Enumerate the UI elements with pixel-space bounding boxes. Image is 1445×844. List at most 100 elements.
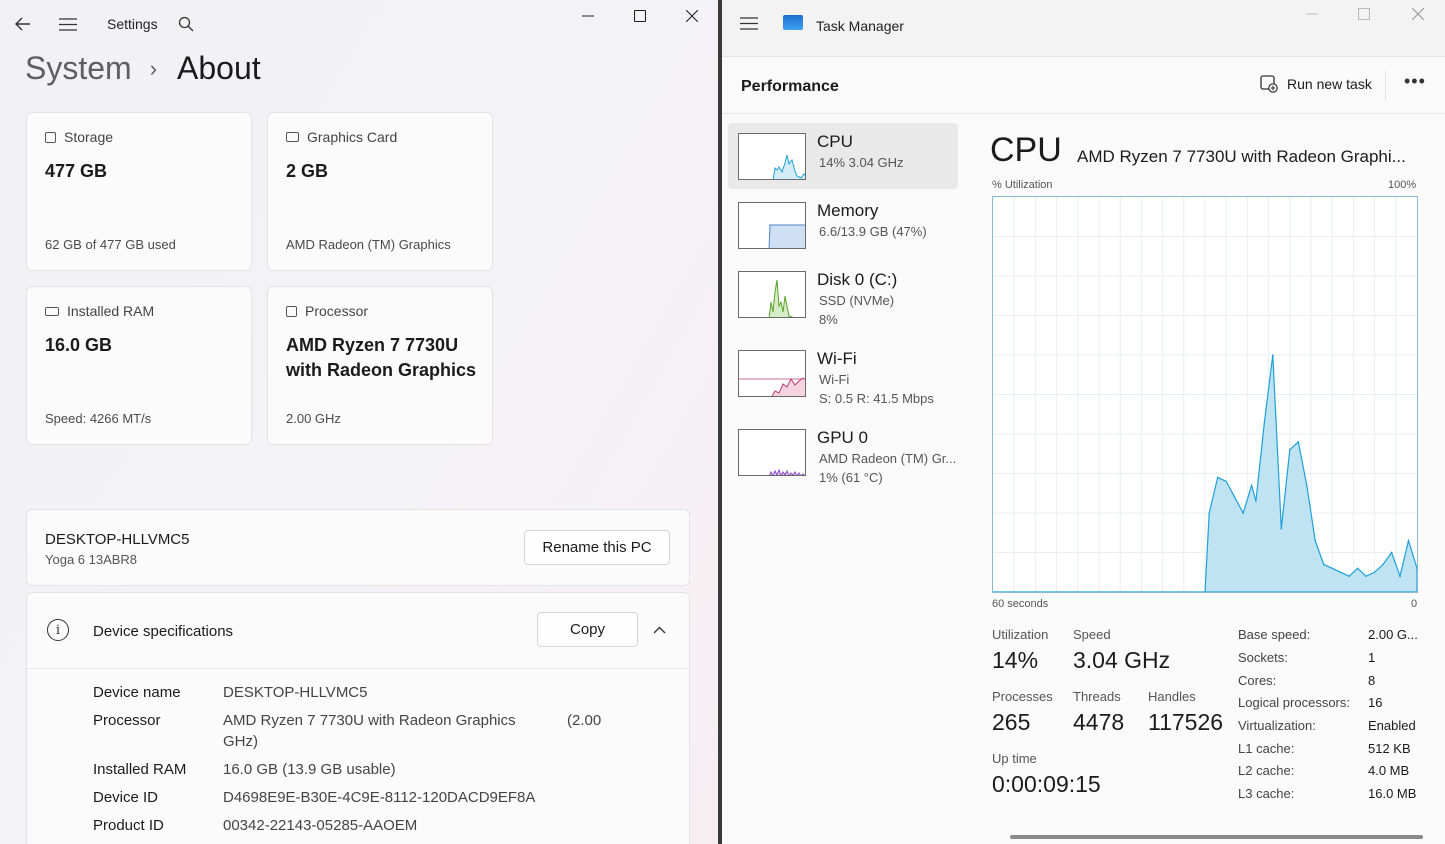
device-specifications-title: Device specifications — [93, 623, 234, 640]
page-title: About — [177, 50, 261, 86]
spec-value-sockets: 1 — [1368, 650, 1376, 665]
cpu-data-point — [1314, 539, 1316, 542]
cpu-data-point — [1297, 441, 1300, 443]
cpu-data-point — [1208, 512, 1210, 514]
cpu-data-point — [1289, 449, 1291, 451]
cpu-data-point — [1399, 575, 1401, 577]
task-manager-content: Performance Run new task ••• CPU 14% 3.0… — [722, 56, 1445, 844]
minimize-button[interactable] — [576, 6, 600, 26]
spec-value-base-speed: 2.00 G... — [1368, 627, 1418, 642]
cpu-data-point — [1306, 484, 1308, 487]
spec-value-cores: 8 — [1368, 673, 1376, 688]
wifi-throughput: S: 0.5 R: 41.5 Mbps — [819, 391, 934, 406]
cpu-data-point — [1250, 484, 1253, 487]
maximize-button[interactable] — [628, 6, 652, 26]
more-options-icon[interactable]: ••• — [1404, 71, 1426, 92]
maximize-button[interactable] — [1352, 4, 1376, 24]
rename-pc-button[interactable]: Rename this PC — [524, 530, 670, 565]
sidebar-item-disk[interactable]: Disk 0 (C:) SSD (NVMe) 8% — [728, 261, 958, 327]
pc-name: DESKTOP-HLLVMC5 — [45, 531, 190, 548]
cpu-data-point — [1356, 567, 1359, 570]
info-icon: i — [47, 619, 69, 641]
cpu-data-point — [1365, 575, 1367, 577]
zero-axis-label: 0 — [1411, 598, 1418, 610]
processor-card[interactable]: Processor AMD Ryzen 7 7730U with Radeon … — [267, 286, 493, 445]
threads-value: 4478 — [1073, 709, 1125, 735]
sidebar-item-memory[interactable]: Memory 6.6/13.9 GB (47%) — [728, 192, 958, 258]
device-specifications-header[interactable]: i Device specifications Copy — [27, 593, 689, 669]
hamburger-menu-icon[interactable] — [58, 14, 78, 34]
cpu-data-point — [1233, 496, 1236, 499]
horizontal-scrollbar[interactable] — [1010, 835, 1423, 839]
cpu-data-point — [1225, 480, 1227, 483]
ram-icon — [45, 306, 59, 316]
cpu-detail-panel: CPU AMD Ryzen 7 7730U with Radeon Graphi… — [990, 115, 1445, 844]
spec-key-logical-processors: Logical processors: — [1238, 695, 1350, 710]
search-icon[interactable] — [176, 14, 196, 34]
gpu-model: AMD Radeon (TM) Gr... — [819, 451, 957, 466]
cpu-data-point — [1255, 500, 1257, 502]
hamburger-menu-icon[interactable] — [740, 17, 758, 35]
back-arrow-icon[interactable] — [13, 14, 33, 34]
run-new-task-button[interactable]: Run new task — [1260, 75, 1372, 93]
task-manager-titlebar: Task Manager — [722, 0, 1445, 52]
storage-card[interactable]: Storage 477 GB 62 GB of 477 GB used — [26, 112, 252, 271]
ram-sub: Speed: 4266 MT/s — [45, 411, 152, 426]
chevron-up-icon[interactable] — [653, 621, 666, 637]
spec-key-base-speed: Base speed: — [1238, 627, 1311, 642]
spec-value-processor: AMD Ryzen 7 7730U with Radeon Graphics — [223, 712, 516, 729]
copy-button[interactable]: Copy — [537, 612, 638, 647]
spec-key-product-id: Product ID — [93, 817, 164, 834]
task-manager-logo-icon — [783, 15, 803, 30]
ram-card[interactable]: Installed RAM 16.0 GB Speed: 4266 MT/s — [26, 286, 252, 445]
spec-key-cores: Cores: — [1238, 673, 1277, 688]
cpu-model-name: AMD Ryzen 7 7730U with Radeon Graphi... — [1077, 147, 1406, 166]
gpu-usage-temp: 1% (61 °C) — [819, 470, 883, 485]
spec-key-installed-ram: Installed RAM — [93, 761, 187, 778]
handles-value: 117526 — [1148, 709, 1224, 735]
cpu-data-point — [1216, 476, 1219, 479]
processor-icon — [286, 305, 297, 317]
wifi-thumbnail-graph — [738, 350, 806, 397]
processor-label: Processor — [305, 303, 369, 319]
app-title: Settings — [107, 16, 158, 32]
spec-key-sockets: Sockets: — [1238, 650, 1288, 665]
storage-value: 477 GB — [45, 161, 108, 181]
run-task-icon — [1260, 75, 1278, 93]
spec-value-logical-processors: 16 — [1368, 695, 1383, 710]
processes-label: Processes — [992, 689, 1053, 704]
cpu-data-point — [1280, 528, 1283, 530]
processor-value: AMD Ryzen 7 7730U with Radeon Graphics — [286, 335, 477, 380]
sidebar-item-cpu[interactable]: CPU 14% 3.04 GHz — [728, 123, 958, 189]
spec-value-device-name: DESKTOP-HLLVMC5 — [223, 684, 368, 701]
spec-value-product-id: 00342-22143-05285-AAOEM — [223, 817, 418, 834]
spec-value-virtualization: Enabled — [1368, 718, 1416, 733]
processor-label-row: Processor — [286, 303, 368, 319]
cpu-data-point — [1373, 571, 1376, 574]
utilization-label: Utilization — [992, 627, 1049, 642]
graphics-card-icon — [286, 132, 299, 142]
cpu-utilization-graph — [992, 196, 1418, 593]
ram-label-row: Installed RAM — [45, 303, 154, 319]
close-button[interactable] — [1406, 4, 1430, 24]
spec-value-l1-cache: 512 KB — [1368, 741, 1411, 756]
spec-value-l2-cache: 4.0 MB — [1368, 763, 1410, 778]
graphics-sub: AMD Radeon (TM) Graphics — [286, 237, 451, 252]
cpu-data-point — [993, 591, 994, 592]
breadcrumb-system[interactable]: System — [25, 50, 132, 87]
spec-value-processor-speed: (2.00 — [567, 712, 602, 729]
graphics-card[interactable]: Graphics Card 2 GB AMD Radeon (TM) Graph… — [267, 112, 493, 271]
cpu-data-point — [1242, 512, 1244, 514]
cpu-summary: 14% 3.04 GHz — [819, 155, 904, 170]
disk-thumbnail-graph — [738, 271, 806, 318]
cpu-graph-svg — [993, 197, 1417, 592]
cpu-thumbnail-graph — [738, 133, 806, 180]
sidebar-item-wifi[interactable]: Wi-Fi Wi-Fi S: 0.5 R: 41.5 Mbps — [728, 340, 958, 406]
pc-model: Yoga 6 13ABR8 — [45, 552, 138, 567]
cpu-data-point — [1331, 567, 1333, 570]
storage-sub: 62 GB of 477 GB used — [45, 237, 176, 252]
close-button[interactable] — [680, 6, 704, 26]
sidebar-item-gpu[interactable]: GPU 0 AMD Radeon (TM) Gr... 1% (61 °C) — [728, 419, 958, 485]
gpu-thumbnail-graph — [738, 429, 806, 476]
minimize-button[interactable] — [1300, 4, 1324, 24]
